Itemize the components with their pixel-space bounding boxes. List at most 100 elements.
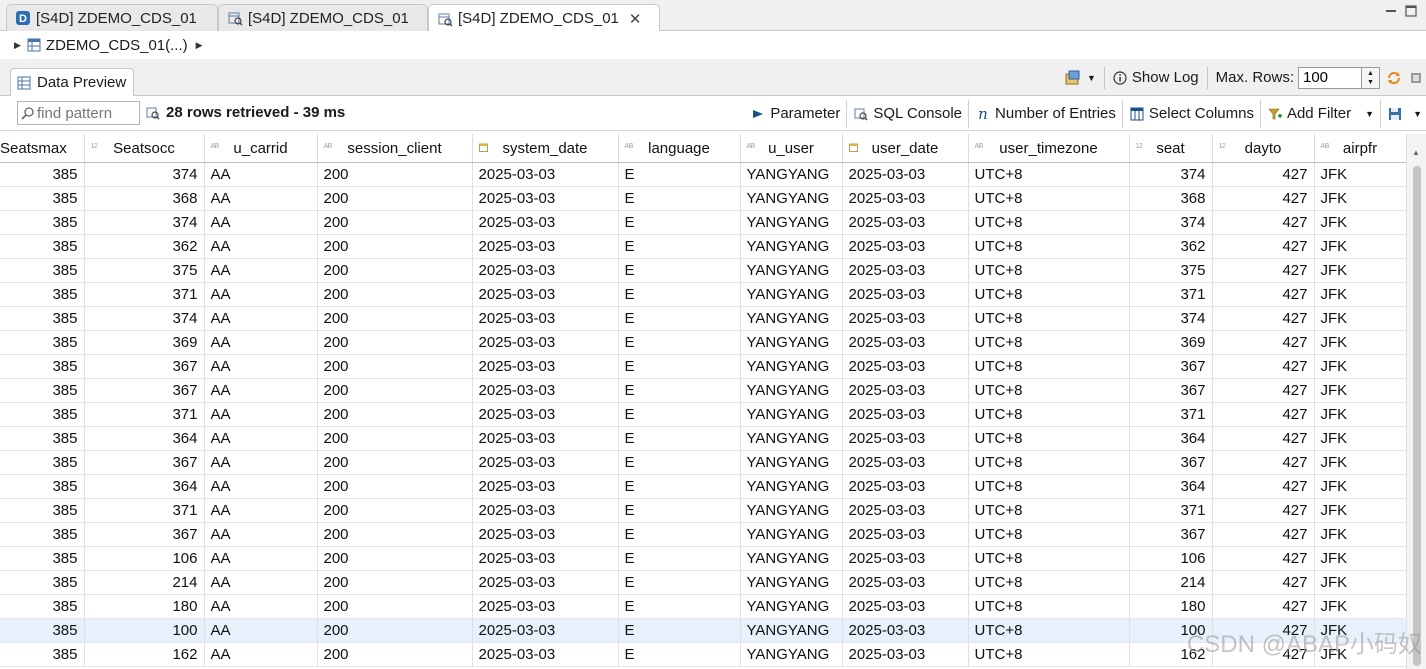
table-cell-language[interactable]: E [618, 618, 741, 643]
table-cell-seatsmax[interactable]: 385 [0, 162, 85, 187]
table-cell-seatsmax[interactable]: 385 [0, 450, 85, 475]
table-cell-seatsocc[interactable]: 374 [84, 306, 205, 331]
table-cell-session_client[interactable]: 200 [317, 522, 473, 547]
table-cell-airpfr[interactable]: JFK [1314, 306, 1407, 331]
show-log-button[interactable]: Show Log [1113, 69, 1199, 86]
table-cell-airpfr[interactable]: JFK [1314, 354, 1407, 379]
table-cell-user_timezone[interactable]: UTC+8 [968, 306, 1130, 331]
column-header-system_date[interactable]: system_date [472, 134, 619, 163]
table-row[interactable]: 385 364 AA 200 2025-03-03 E YANGYANG 2025-03-03… [0, 426, 1407, 451]
column-header-session_client[interactable]: AB session_client [317, 134, 473, 163]
max-rows-input[interactable] [1298, 66, 1362, 89]
table-cell-dayto[interactable]: 427 [1212, 210, 1315, 235]
table-cell-language[interactable]: E [618, 186, 741, 211]
table-cell-u_user[interactable]: YANGYANG [740, 378, 843, 403]
table-cell-user_date[interactable]: 2025-03-03 [842, 594, 969, 619]
table-cell-seatsocc[interactable]: 371 [84, 498, 205, 523]
table-cell-airpfr[interactable]: JFK [1314, 282, 1407, 307]
table-cell-session_client[interactable]: 200 [317, 354, 473, 379]
table-cell-session_client[interactable]: 200 [317, 618, 473, 643]
table-cell-seat[interactable]: 371 [1129, 498, 1213, 523]
table-cell-u_carrid[interactable]: AA [204, 474, 318, 499]
breadcrumb-item[interactable]: ZDEMO_CDS_01(...) [46, 37, 188, 54]
table-cell-seat[interactable]: 374 [1129, 210, 1213, 235]
table-row[interactable]: 385 106 AA 200 2025-03-03 E YANGYANG 2025-03-03… [0, 546, 1407, 571]
column-header-user_timezone[interactable]: AB user_timezone [968, 134, 1130, 163]
table-cell-session_client[interactable]: 200 [317, 402, 473, 427]
table-cell-language[interactable]: E [618, 570, 741, 595]
table-cell-u_user[interactable]: YANGYANG [740, 162, 843, 187]
table-cell-system_date[interactable]: 2025-03-03 [472, 306, 619, 331]
table-cell-session_client[interactable]: 200 [317, 162, 473, 187]
table-cell-user_date[interactable]: 2025-03-03 [842, 546, 969, 571]
table-cell-user_date[interactable]: 2025-03-03 [842, 642, 969, 667]
table-cell-session_client[interactable]: 200 [317, 306, 473, 331]
table-cell-airpfr[interactable]: JFK [1314, 234, 1407, 259]
chevron-right-icon[interactable]: ▶ [196, 40, 203, 51]
select-columns-button[interactable]: Select Columns [1123, 99, 1260, 129]
table-cell-user_timezone[interactable]: UTC+8 [968, 282, 1130, 307]
table-cell-airpfr[interactable]: JFK [1314, 450, 1407, 475]
table-cell-language[interactable]: E [618, 234, 741, 259]
table-cell-seatsmax[interactable]: 385 [0, 642, 85, 667]
table-cell-seatsmax[interactable]: 385 [0, 378, 85, 403]
table-cell-dayto[interactable]: 427 [1212, 162, 1315, 187]
table-cell-user_date[interactable]: 2025-03-03 [842, 258, 969, 283]
table-cell-user_timezone[interactable]: UTC+8 [968, 498, 1130, 523]
table-cell-language[interactable]: E [618, 402, 741, 427]
table-cell-user_timezone[interactable]: UTC+8 [968, 402, 1130, 427]
table-cell-system_date[interactable]: 2025-03-03 [472, 210, 619, 235]
table-cell-u_user[interactable]: YANGYANG [740, 450, 843, 475]
table-cell-u_carrid[interactable]: AA [204, 306, 318, 331]
table-cell-dayto[interactable]: 427 [1212, 330, 1315, 355]
table-cell-language[interactable]: E [618, 594, 741, 619]
table-cell-dayto[interactable]: 427 [1212, 234, 1315, 259]
chevron-down-icon[interactable]: ▼ [1413, 109, 1422, 119]
table-cell-u_user[interactable]: YANGYANG [740, 282, 843, 307]
table-cell-user_timezone[interactable]: UTC+8 [968, 450, 1130, 475]
table-cell-session_client[interactable]: 200 [317, 378, 473, 403]
table-row[interactable]: 385 367 AA 200 2025-03-03 E YANGYANG 2025-03-03… [0, 378, 1407, 403]
table-cell-dayto[interactable]: 427 [1212, 474, 1315, 499]
table-cell-seatsocc[interactable]: 364 [84, 426, 205, 451]
editor-tab-data-preview-2[interactable]: [S4D] ZDEMO_CDS_01 ✕ [428, 4, 660, 32]
table-row[interactable]: 385 368 AA 200 2025-03-03 E YANGYANG 2025-03-03… [0, 186, 1407, 211]
table-row[interactable]: 385 367 AA 200 2025-03-03 E YANGYANG 2025-03-03… [0, 522, 1407, 547]
table-cell-user_date[interactable]: 2025-03-03 [842, 282, 969, 307]
number-of-entries-button[interactable]: n Number of Entries [969, 99, 1122, 129]
table-cell-airpfr[interactable]: JFK [1314, 498, 1407, 523]
maximize-icon[interactable] [1404, 4, 1418, 18]
table-cell-user_date[interactable]: 2025-03-03 [842, 330, 969, 355]
table-cell-system_date[interactable]: 2025-03-03 [472, 570, 619, 595]
table-cell-seat[interactable]: 367 [1129, 522, 1213, 547]
table-cell-seat[interactable]: 371 [1129, 402, 1213, 427]
chevron-right-icon[interactable]: ▶ [14, 40, 21, 51]
table-cell-session_client[interactable]: 200 [317, 186, 473, 211]
table-row[interactable]: 385 364 AA 200 2025-03-03 E YANGYANG 2025-03-03… [0, 474, 1407, 499]
table-cell-seatsocc[interactable]: 364 [84, 474, 205, 499]
table-cell-language[interactable]: E [618, 498, 741, 523]
table-cell-seatsmax[interactable]: 385 [0, 210, 85, 235]
table-cell-u_carrid[interactable]: AA [204, 354, 318, 379]
table-cell-seatsmax[interactable]: 385 [0, 618, 85, 643]
table-cell-seat[interactable]: 180 [1129, 594, 1213, 619]
column-header-user_date[interactable]: user_date [842, 134, 969, 163]
table-cell-user_timezone[interactable]: UTC+8 [968, 210, 1130, 235]
column-header-u_carrid[interactable]: AB u_carrid [204, 134, 318, 163]
table-cell-u_user[interactable]: YANGYANG [740, 186, 843, 211]
table-cell-u_user[interactable]: YANGYANG [740, 642, 843, 667]
table-cell-user_timezone[interactable]: UTC+8 [968, 162, 1130, 187]
table-cell-session_client[interactable]: 200 [317, 474, 473, 499]
table-cell-dayto[interactable]: 427 [1212, 426, 1315, 451]
table-cell-system_date[interactable]: 2025-03-03 [472, 426, 619, 451]
table-cell-dayto[interactable]: 427 [1212, 594, 1315, 619]
table-cell-seatsocc[interactable]: 362 [84, 234, 205, 259]
table-cell-u_carrid[interactable]: AA [204, 570, 318, 595]
table-cell-dayto[interactable]: 427 [1212, 498, 1315, 523]
column-header-language[interactable]: AB language [618, 134, 741, 163]
table-cell-language[interactable]: E [618, 210, 741, 235]
table-cell-system_date[interactable]: 2025-03-03 [472, 594, 619, 619]
table-cell-dayto[interactable]: 427 [1212, 354, 1315, 379]
table-cell-user_date[interactable]: 2025-03-03 [842, 474, 969, 499]
table-row[interactable]: 385 369 AA 200 2025-03-03 E YANGYANG 2025-03-03… [0, 330, 1407, 355]
